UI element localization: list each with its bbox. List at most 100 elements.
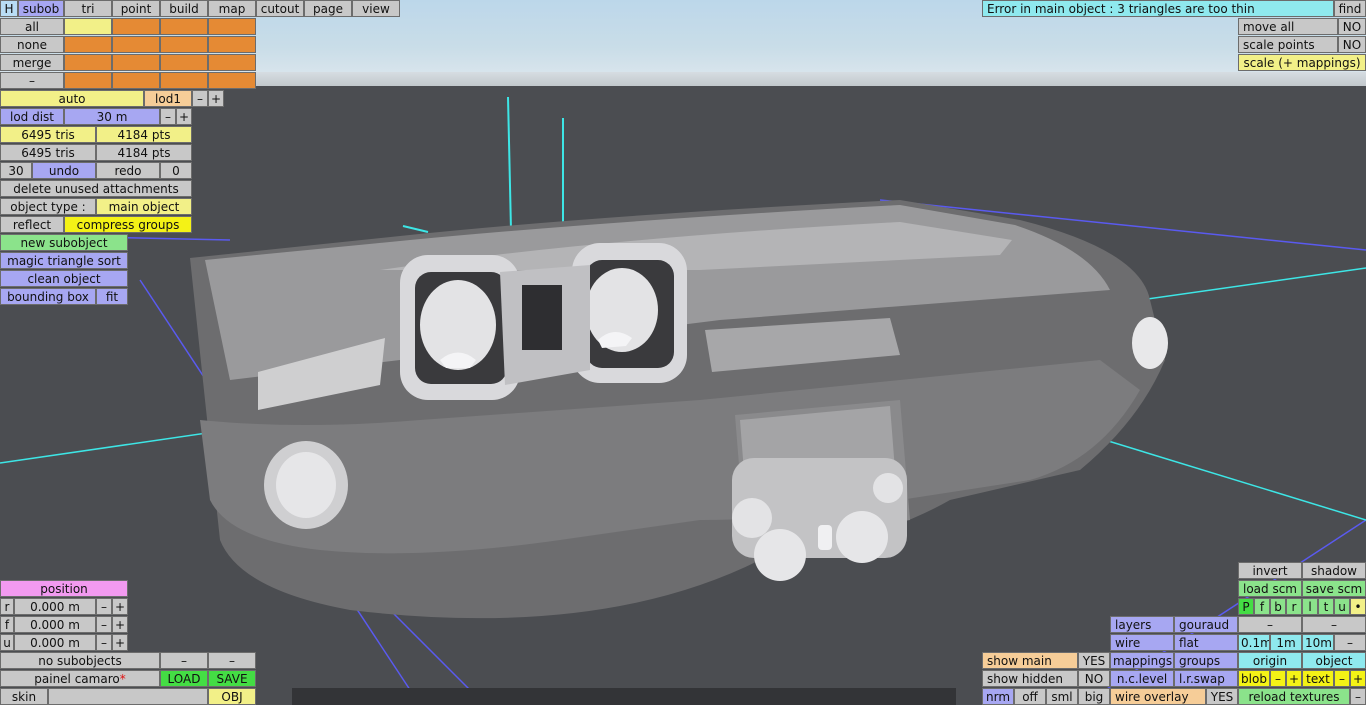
lod-plus-button[interactable]: + xyxy=(208,90,224,107)
redo-button[interactable]: redo xyxy=(96,162,160,179)
clean-object-button[interactable]: clean object xyxy=(0,270,128,287)
lod1-button[interactable]: lod1 xyxy=(144,90,192,107)
view-l-button[interactable]: l xyxy=(1302,598,1318,615)
subobject-slot[interactable] xyxy=(112,36,160,53)
scale-points-button[interactable]: scale points xyxy=(1238,36,1338,53)
menu-cutout[interactable]: cutout xyxy=(256,0,304,17)
step-minus-button[interactable]: – xyxy=(1238,616,1302,633)
move-all-value[interactable]: NO xyxy=(1338,18,1366,35)
blob-button[interactable]: blob xyxy=(1238,670,1270,687)
subobject-slot[interactable] xyxy=(208,54,256,71)
bottom-scroll-bar[interactable] xyxy=(292,688,956,705)
menu-map[interactable]: map xyxy=(208,0,256,17)
step-1m-button[interactable]: 1m xyxy=(1270,634,1302,651)
invert-button[interactable]: invert xyxy=(1238,562,1302,579)
sml-button[interactable]: sml xyxy=(1046,688,1078,705)
position-minus-r[interactable]: – xyxy=(96,598,112,615)
reload-minus-button[interactable]: – xyxy=(1350,688,1366,705)
bounding-box-button[interactable]: bounding box xyxy=(0,288,96,305)
wire-overlay-button[interactable]: wire overlay xyxy=(1110,688,1206,705)
subobject-slot[interactable] xyxy=(208,72,256,89)
position-minus-u[interactable]: – xyxy=(96,634,112,651)
load-button[interactable]: LOAD xyxy=(160,670,208,687)
menu-build[interactable]: build xyxy=(160,0,208,17)
select-none-button[interactable]: none xyxy=(0,36,64,53)
menu-point[interactable]: point xyxy=(112,0,160,17)
subobject-slot[interactable] xyxy=(112,54,160,71)
show-main-button[interactable]: show main xyxy=(982,652,1078,669)
wire-button[interactable]: wire xyxy=(1110,634,1174,651)
view-dot-button[interactable]: • xyxy=(1350,598,1366,615)
save-scm-button[interactable]: save scm xyxy=(1302,580,1366,597)
position-value-u[interactable]: 0.000 m xyxy=(14,634,96,651)
select-all-button[interactable]: all xyxy=(0,18,64,35)
step-01m-button[interactable]: 0.1m xyxy=(1238,634,1270,651)
menu-subob[interactable]: subob xyxy=(18,0,64,17)
origin-button[interactable]: origin xyxy=(1238,652,1302,669)
layers-button[interactable]: layers xyxy=(1110,616,1174,633)
subobject-slot[interactable] xyxy=(64,54,112,71)
subobject-minus-button[interactable]: – xyxy=(160,652,208,669)
menu-page[interactable]: page xyxy=(304,0,352,17)
position-plus-r[interactable]: + xyxy=(112,598,128,615)
show-hidden-value[interactable]: NO xyxy=(1078,670,1110,687)
step-minus-button-3[interactable]: – xyxy=(1334,634,1366,651)
subobject-slot[interactable] xyxy=(64,18,112,35)
text-plus-button[interactable]: + xyxy=(1350,670,1366,687)
save-button[interactable]: SAVE xyxy=(208,670,256,687)
position-plus-u[interactable]: + xyxy=(112,634,128,651)
show-hidden-button[interactable]: show hidden xyxy=(982,670,1078,687)
step-minus-button-2[interactable]: – xyxy=(1302,616,1366,633)
blob-plus-button[interactable]: + xyxy=(1286,670,1302,687)
fit-button[interactable]: fit xyxy=(96,288,128,305)
step-10m-button[interactable]: 10m xyxy=(1302,634,1334,651)
subobject-slot[interactable] xyxy=(160,18,208,35)
show-main-value[interactable]: YES xyxy=(1078,652,1110,669)
off-button[interactable]: off xyxy=(1014,688,1046,705)
position-minus-f[interactable]: – xyxy=(96,616,112,633)
magic-triangle-sort-button[interactable]: magic triangle sort xyxy=(0,252,128,269)
shadow-button[interactable]: shadow xyxy=(1302,562,1366,579)
h-button[interactable]: H xyxy=(0,0,18,17)
load-scm-button[interactable]: load scm xyxy=(1238,580,1302,597)
menu-view[interactable]: view xyxy=(352,0,400,17)
position-value-f[interactable]: 0.000 m xyxy=(14,616,96,633)
lr-swap-button[interactable]: l.r.swap xyxy=(1174,670,1238,687)
delete-unused-attachments-button[interactable]: delete unused attachments xyxy=(0,180,192,197)
position-value-r[interactable]: 0.000 m xyxy=(14,598,96,615)
subobject-slot[interactable] xyxy=(112,72,160,89)
wire-overlay-value[interactable]: YES xyxy=(1206,688,1238,705)
blob-minus-button[interactable]: – xyxy=(1270,670,1286,687)
subobject-slot[interactable] xyxy=(160,54,208,71)
lod-minus-button[interactable]: – xyxy=(192,90,208,107)
lod-dist-plus[interactable]: + xyxy=(176,108,192,125)
obj-button[interactable]: OBJ xyxy=(208,688,256,705)
subobject-slot[interactable] xyxy=(64,72,112,89)
gouraud-button[interactable]: gouraud xyxy=(1174,616,1238,633)
text-minus-button[interactable]: – xyxy=(1334,670,1350,687)
groups-button[interactable]: groups xyxy=(1174,652,1238,669)
subobject-slot[interactable] xyxy=(208,36,256,53)
compress-groups-button[interactable]: compress groups xyxy=(64,216,192,233)
view-f-button[interactable]: f xyxy=(1254,598,1270,615)
lod-dist-value[interactable]: 30 m xyxy=(64,108,160,125)
merge-button[interactable]: merge xyxy=(0,54,64,71)
subobject-minus-button-2[interactable]: – xyxy=(208,652,256,669)
file-name-field[interactable]: painel camaro* xyxy=(0,670,160,687)
big-button[interactable]: big xyxy=(1078,688,1110,705)
nrm-button[interactable]: nrm xyxy=(982,688,1014,705)
text-button[interactable]: text xyxy=(1302,670,1334,687)
object-type-value[interactable]: main object xyxy=(96,198,192,215)
undo-button[interactable]: undo xyxy=(32,162,96,179)
skin-field[interactable] xyxy=(48,688,208,705)
flat-button[interactable]: flat xyxy=(1174,634,1238,651)
mappings-button[interactable]: mappings xyxy=(1110,652,1174,669)
reflect-button[interactable]: reflect xyxy=(0,216,64,233)
object-button[interactable]: object xyxy=(1302,652,1366,669)
lod-dist-minus[interactable]: – xyxy=(160,108,176,125)
move-all-button[interactable]: move all xyxy=(1238,18,1338,35)
scale-mappings-button[interactable]: scale (+ mappings) xyxy=(1238,54,1366,71)
scale-points-value[interactable]: NO xyxy=(1338,36,1366,53)
new-subobject-button[interactable]: new subobject xyxy=(0,234,128,251)
subobject-slot[interactable] xyxy=(208,18,256,35)
